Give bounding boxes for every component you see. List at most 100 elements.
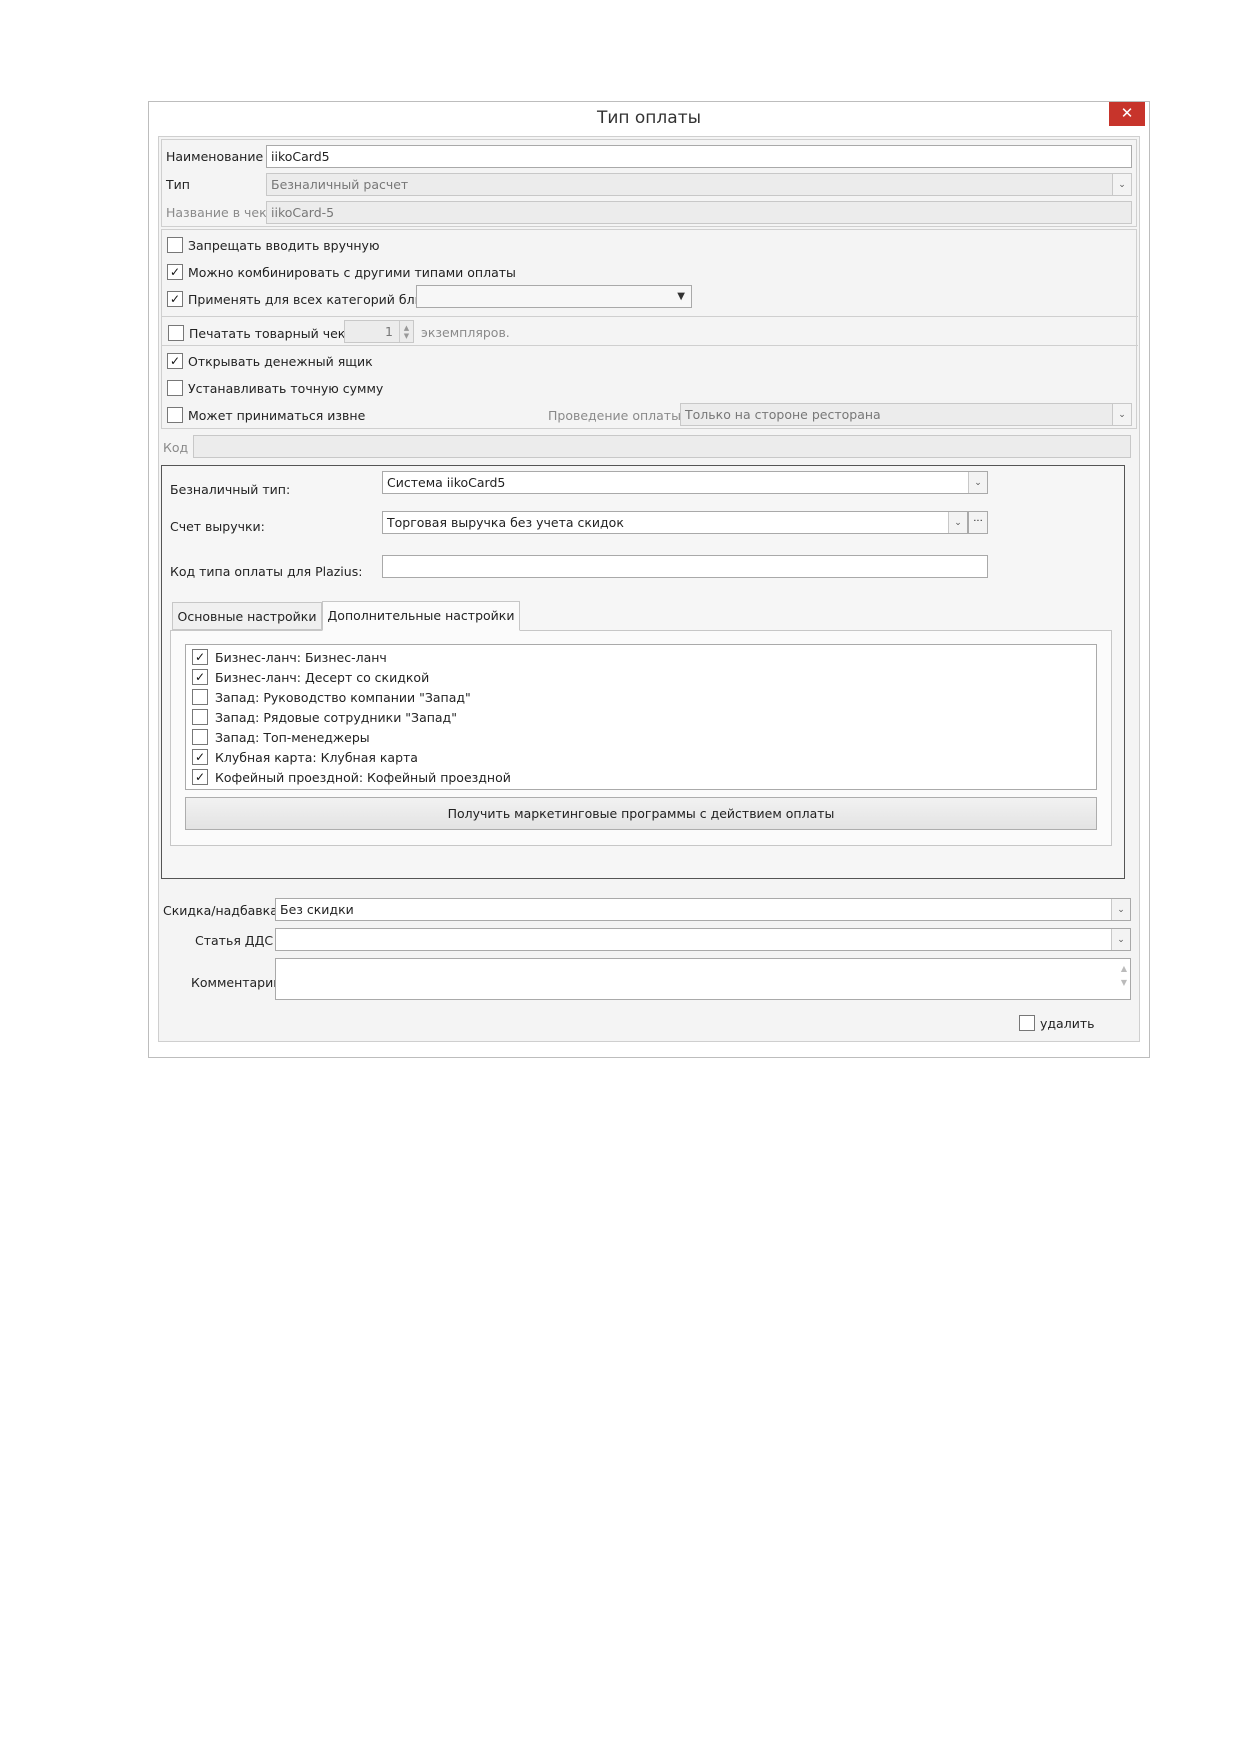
combine-label: Можно комбинировать с другими типами опл… xyxy=(188,264,516,280)
delete-checkbox[interactable] xyxy=(1019,1015,1035,1031)
program-checkbox[interactable] xyxy=(192,709,208,725)
tab-main-settings[interactable]: Основные настройки xyxy=(172,602,322,630)
external-checkbox[interactable] xyxy=(167,407,183,423)
cashless-type-select[interactable]: Система iikoCard5 ⌄ xyxy=(382,471,988,494)
forbid-manual-checkbox[interactable] xyxy=(167,237,183,253)
close-button[interactable]: ✕ xyxy=(1109,102,1145,126)
open-drawer-label: Открывать денежный ящик xyxy=(188,353,373,369)
all-categories-label: Применять для всех категорий блюд xyxy=(188,291,434,307)
processing-label: Проведение оплаты: xyxy=(548,408,686,423)
program-checkbox[interactable] xyxy=(192,689,208,705)
type-select[interactable]: Безналичный расчет ⌄ xyxy=(266,173,1132,196)
chevron-down-icon: ⌄ xyxy=(1112,174,1131,195)
ellipsis-icon: ··· xyxy=(973,516,983,527)
categories-dropdown[interactable]: ▼ xyxy=(416,285,692,308)
program-checkbox[interactable]: ✓ xyxy=(192,649,208,665)
dds-select[interactable]: ⌄ xyxy=(275,928,1131,951)
copies-stepper[interactable]: 1 ▲ ▼ xyxy=(344,320,414,343)
program-checkbox[interactable] xyxy=(192,729,208,745)
external-label: Может приниматься извне xyxy=(188,407,366,423)
revenue-account-value: Торговая выручка без учета скидок xyxy=(387,515,624,530)
program-checkbox[interactable]: ✓ xyxy=(192,769,208,785)
program-checkbox[interactable]: ✓ xyxy=(192,669,208,685)
open-drawer-checkbox[interactable]: ✓ xyxy=(167,353,183,369)
name-input[interactable]: iikoCard5 xyxy=(266,145,1132,168)
copies-suffix: экземпляров. xyxy=(421,325,510,340)
name-label: Наименование xyxy=(166,149,264,164)
list-item[interactable]: Запад: Топ-менеджеры xyxy=(192,727,1096,747)
revenue-account-label: Счет выручки: xyxy=(170,519,265,534)
chevron-down-icon: ⌄ xyxy=(968,472,987,493)
program-label: Запад: Руководство компании "Запад" xyxy=(215,689,471,705)
print-receipt-option[interactable]: Печатать товарный чек, xyxy=(168,325,349,341)
chevron-down-icon: ⌄ xyxy=(948,512,967,533)
print-receipt-row: Печатать товарный чек, 1 ▲ ▼ экземпляров. xyxy=(162,316,1138,346)
all-categories-option[interactable]: ✓ Применять для всех категорий блюд xyxy=(167,291,434,307)
comment-textarea[interactable]: ▲ ▼ xyxy=(275,958,1131,1000)
forbid-manual-option[interactable]: Запрещать вводить вручную xyxy=(167,237,379,253)
program-label: Запад: Топ-менеджеры xyxy=(215,729,370,745)
program-label: Запад: Рядовые сотрудники "Запад" xyxy=(215,709,457,725)
list-item[interactable]: ✓ Бизнес-ланч: Десерт со скидкой xyxy=(192,667,1096,687)
forbid-manual-label: Запрещать вводить вручную xyxy=(188,237,380,253)
comment-label: Комментарий xyxy=(191,975,282,990)
list-item[interactable]: Запад: Руководство компании "Запад" xyxy=(192,687,1096,707)
program-label: Кофейный проездной: Кофейный проездной xyxy=(215,769,511,785)
code-input[interactable] xyxy=(193,435,1131,458)
cashless-type-value: Система iikoCard5 xyxy=(387,475,506,490)
tab-additional-settings[interactable]: Дополнительные настройки xyxy=(322,601,520,631)
copies-value: 1 xyxy=(385,324,393,339)
discount-select[interactable]: Без скидки ⌄ xyxy=(275,898,1131,921)
chevron-down-icon: ⌄ xyxy=(1111,929,1130,950)
programs-list: ✓ Бизнес-ланч: Бизнес-ланч ✓ Бизнес-ланч: Д… xyxy=(185,644,1097,790)
receipt-name-label: Название в чеке xyxy=(166,205,275,220)
exact-sum-option[interactable]: Устанавливать точную сумму xyxy=(167,380,383,396)
combine-checkbox[interactable]: ✓ xyxy=(167,264,183,280)
external-option[interactable]: Может приниматься извне xyxy=(167,407,365,423)
list-item[interactable]: ✓ Бизнес-ланч: Бизнес-ланч xyxy=(192,647,1096,667)
general-section: Наименование iikoCard5 Тип Безналичный р… xyxy=(161,139,1137,227)
delete-label: удалить xyxy=(1040,1015,1095,1031)
revenue-account-browse-button[interactable]: ··· xyxy=(968,511,988,534)
program-checkbox[interactable]: ✓ xyxy=(192,749,208,765)
dialog-body: Наименование iikoCard5 Тип Безналичный р… xyxy=(158,136,1140,1042)
processing-value: Только на стороне ресторана xyxy=(685,407,881,422)
plazius-code-input[interactable] xyxy=(382,555,988,578)
program-label: Клубная карта: Клубная карта xyxy=(215,749,418,765)
payment-type-dialog: Тип оплаты ✕ Наименование iikoCard5 Тип … xyxy=(148,101,1150,1058)
title-bar: Тип оплаты ✕ xyxy=(149,102,1149,136)
print-receipt-label: Печатать товарный чек, xyxy=(189,325,350,341)
print-receipt-checkbox[interactable] xyxy=(168,325,184,341)
code-label: Код xyxy=(163,440,189,455)
delete-option[interactable]: удалить xyxy=(1019,1015,1094,1031)
discount-value: Без скидки xyxy=(280,902,354,917)
chevron-down-icon: ⌄ xyxy=(1111,899,1130,920)
all-categories-checkbox[interactable]: ✓ xyxy=(167,291,183,307)
list-item[interactable]: ✓ Клубная карта: Клубная карта xyxy=(192,747,1096,767)
options-section: Запрещать вводить вручную ✓ Можно комбин… xyxy=(161,229,1138,429)
exact-sum-label: Устанавливать точную сумму xyxy=(188,380,384,396)
list-item[interactable]: ✓ Кофейный проездной: Кофейный проездной xyxy=(192,767,1096,787)
list-item[interactable]: Запад: Рядовые сотрудники "Запад" xyxy=(192,707,1096,727)
cashless-type-label: Безналичный тип: xyxy=(170,482,291,497)
receipt-name-input[interactable]: iikoCard-5 xyxy=(266,201,1132,224)
plazius-code-label: Код типа оплаты для Plazius: xyxy=(170,564,363,579)
spin-icon[interactable]: ▲ ▼ xyxy=(399,321,413,342)
type-value: Безналичный расчет xyxy=(271,177,409,192)
program-label: Бизнес-ланч: Бизнес-ланч xyxy=(215,649,387,665)
combine-option[interactable]: ✓ Можно комбинировать с другими типами о… xyxy=(167,264,516,280)
revenue-account-select[interactable]: Торговая выручка без учета скидок ⌄ xyxy=(382,511,968,534)
tab-panel-additional: ✓ Бизнес-ланч: Бизнес-ланч ✓ Бизнес-ланч: Д… xyxy=(170,630,1112,846)
get-programs-button[interactable]: Получить маркетинговые программы с дейст… xyxy=(185,797,1097,830)
scrollbar-icon[interactable]: ▲ ▼ xyxy=(1121,962,1127,990)
chevron-down-icon: ⌄ xyxy=(1112,404,1131,425)
open-drawer-option[interactable]: ✓ Открывать денежный ящик xyxy=(167,353,373,369)
dialog-title: Тип оплаты xyxy=(596,108,702,128)
dropdown-arrow-icon: ▼ xyxy=(677,291,685,302)
exact-sum-checkbox[interactable] xyxy=(167,380,183,396)
processing-select[interactable]: Только на стороне ресторана ⌄ xyxy=(680,403,1132,426)
cashless-panel: Безналичный тип: Система iikoCard5 ⌄ Сче… xyxy=(161,465,1125,879)
type-label: Тип xyxy=(166,177,190,192)
program-label: Бизнес-ланч: Десерт со скидкой xyxy=(215,669,430,685)
close-icon: ✕ xyxy=(1120,104,1134,122)
